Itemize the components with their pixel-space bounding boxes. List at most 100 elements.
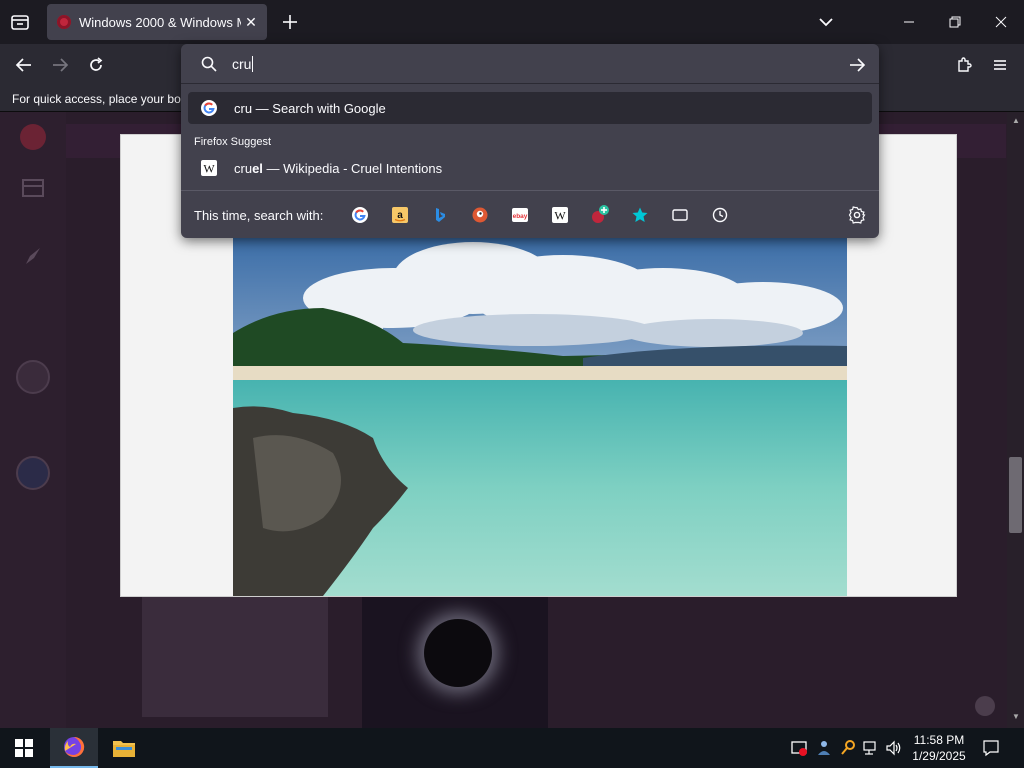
search-tabs-button[interactable] xyxy=(668,203,692,227)
grid-icon xyxy=(22,179,44,197)
gallery-thumbnail[interactable] xyxy=(362,597,548,728)
user-tray-icon[interactable] xyxy=(815,739,833,757)
close-icon xyxy=(995,16,1007,28)
engine-ebay[interactable]: ebay xyxy=(508,203,532,227)
suggestion-suffix: — Wikipedia - Cruel Intentions xyxy=(262,160,443,176)
key-tray-icon[interactable] xyxy=(839,739,857,757)
site-logo-icon[interactable] xyxy=(20,124,46,150)
suggestion-typed: cru xyxy=(234,160,253,176)
google-icon xyxy=(352,207,368,223)
google-icon xyxy=(201,100,217,116)
firefox-icon xyxy=(64,736,85,757)
search-bookmarks-button[interactable] xyxy=(628,203,652,227)
security-tray-icon[interactable] xyxy=(790,739,808,757)
restore-button[interactable] xyxy=(932,0,978,44)
chevron-down-icon xyxy=(819,18,833,27)
puzzle-icon xyxy=(958,57,972,72)
text-caret xyxy=(252,56,254,72)
suggestion-suffix: — Search with Google xyxy=(252,100,386,116)
list-all-tabs-button[interactable] xyxy=(814,10,838,34)
bookmarks-hint-text: For quick access, place your boo xyxy=(12,92,188,106)
minimize-button[interactable] xyxy=(886,0,932,44)
one-off-label: This time, search with: xyxy=(194,208,324,223)
reload-icon xyxy=(90,57,103,71)
sidebar-item-2[interactable] xyxy=(14,246,52,270)
firefox-view-button[interactable] xyxy=(8,10,32,34)
svg-text:ebay: ebay xyxy=(513,213,528,220)
tab-title: Windows 2000 & Windows ME xyxy=(79,14,241,30)
new-tab-button[interactable] xyxy=(278,10,302,34)
windows-taskbar: 11:58 PM 1/29/2025 xyxy=(0,728,1024,768)
firefox-suggest-result[interactable]: W cruel — Wikipedia - Cruel Intentions xyxy=(188,152,872,184)
app-menu-button[interactable] xyxy=(987,52,1013,78)
urlbar-input-row[interactable]: cru xyxy=(181,44,879,84)
scrollbar-thumb[interactable] xyxy=(1009,457,1022,533)
close-window-button[interactable] xyxy=(978,0,1024,44)
beach-image xyxy=(233,238,847,596)
scroll-down-icon[interactable]: ▼ xyxy=(1011,712,1021,722)
beach-photo xyxy=(233,238,847,596)
site-favicon-icon xyxy=(57,15,71,29)
engine-duckduckgo[interactable] xyxy=(468,203,492,227)
tabs-icon xyxy=(672,209,688,221)
plus-icon xyxy=(283,15,297,29)
action-center-button[interactable] xyxy=(976,728,1006,768)
url-input[interactable]: cru xyxy=(232,56,254,72)
urlbar-dropdown: cru cru — Search with Google Firefox Sug… xyxy=(181,44,879,238)
engine-google[interactable] xyxy=(348,203,372,227)
tab-active[interactable]: Windows 2000 & Windows ME ✕ xyxy=(47,4,267,40)
minimize-icon xyxy=(904,21,914,23)
engine-wikipedia[interactable]: W xyxy=(548,203,572,227)
tags-close-icon[interactable] xyxy=(975,696,995,716)
network-icon[interactable] xyxy=(862,739,880,757)
suggestion-query: cru xyxy=(234,100,253,116)
avatar[interactable] xyxy=(16,360,50,394)
forward-button[interactable] xyxy=(47,52,73,78)
scroll-up-icon[interactable]: ▲ xyxy=(1011,116,1021,126)
gallery-thumbnail[interactable] xyxy=(142,597,328,717)
tab-close-icon[interactable]: ✕ xyxy=(243,14,259,30)
search-suggestion[interactable]: cru — Search with Google xyxy=(188,92,872,124)
avatar[interactable] xyxy=(16,456,50,490)
search-history-button[interactable] xyxy=(708,203,732,227)
engine-amazon[interactable]: a xyxy=(388,203,412,227)
windows-logo-icon xyxy=(15,739,33,757)
search-settings-button[interactable] xyxy=(845,203,869,227)
reload-button[interactable] xyxy=(83,52,109,78)
engine-bing[interactable] xyxy=(428,203,452,227)
search-icon xyxy=(201,56,217,72)
page-scrollbar[interactable]: ▲ ▼ xyxy=(1007,112,1024,728)
go-button[interactable] xyxy=(847,55,867,75)
wikipedia-icon: W xyxy=(552,207,568,223)
suggestion-text: cruel — Wikipedia - Cruel Intentions xyxy=(234,161,442,176)
suggestion-text: cru — Search with Google xyxy=(234,101,386,116)
svg-text:a: a xyxy=(397,210,403,221)
history-icon xyxy=(712,207,728,223)
arrow-right-icon xyxy=(53,58,69,72)
eclipse-image xyxy=(424,619,492,687)
bookmarks-star-icon xyxy=(632,207,648,222)
suggestion-completion: el xyxy=(252,160,263,176)
url-input-value: cru xyxy=(232,56,252,72)
arrow-right-icon xyxy=(850,58,866,72)
volume-icon[interactable] xyxy=(885,739,903,757)
extensions-button[interactable] xyxy=(951,52,977,78)
start-button[interactable] xyxy=(0,728,48,768)
taskbar-file-explorer[interactable] xyxy=(100,728,148,768)
ebay-icon: ebay xyxy=(512,208,528,222)
svg-text:W: W xyxy=(554,209,566,223)
taskbar-clock[interactable]: 11:58 PM 1/29/2025 xyxy=(906,732,972,764)
taskbar-firefox[interactable] xyxy=(50,728,98,768)
arrow-left-icon xyxy=(15,58,31,72)
restore-icon xyxy=(949,16,961,28)
firefox-suggest-label: Firefox Suggest xyxy=(194,136,272,148)
gear-icon xyxy=(848,206,866,224)
rocket-icon xyxy=(26,248,40,264)
duckduckgo-icon xyxy=(472,207,488,223)
sidebar-item-1[interactable] xyxy=(14,178,52,200)
engine-add[interactable] xyxy=(588,203,612,227)
clock-date: 1/29/2025 xyxy=(912,749,966,763)
back-button[interactable] xyxy=(11,52,37,78)
bing-icon xyxy=(436,208,445,222)
amazon-icon: a xyxy=(392,207,408,223)
